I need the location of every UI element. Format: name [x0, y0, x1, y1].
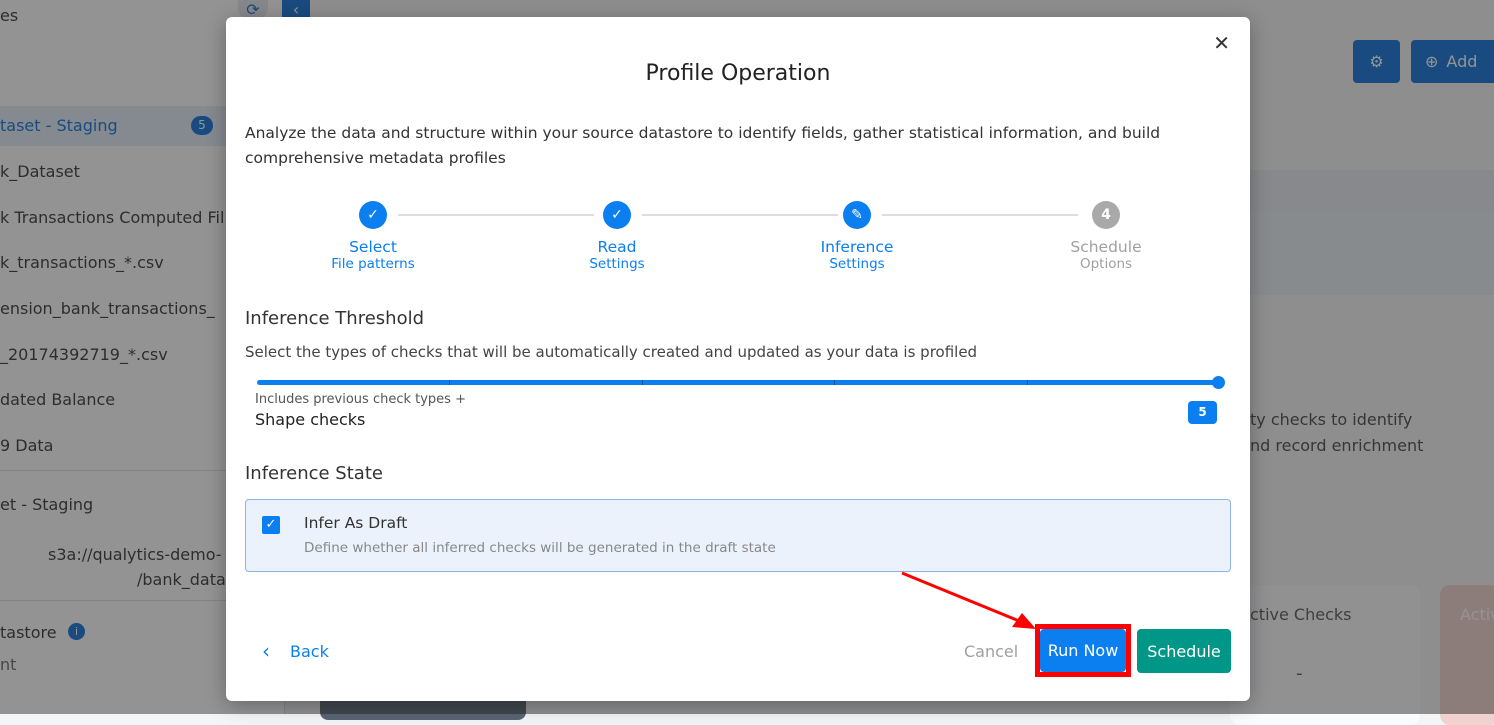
slider-thumb[interactable]: [1212, 376, 1225, 389]
slider-tick: [834, 380, 836, 385]
level-name: Shape checks: [255, 410, 366, 429]
slider-value-badge: 5: [1188, 401, 1217, 424]
slider-tick: [1026, 380, 1028, 385]
step-select: ✓ Select File patterns: [313, 201, 433, 272]
slider-tick: [641, 380, 643, 385]
step-title: Inference: [820, 238, 894, 256]
check-icon: ✓: [603, 201, 631, 229]
annotation-arrow: [901, 571, 1036, 629]
step-title: Read: [597, 238, 637, 256]
dialog-title: Profile Operation: [645, 61, 831, 86]
step-subtitle: Settings: [589, 256, 645, 272]
pencil-icon: ✎: [843, 201, 871, 229]
state-heading: Inference State: [245, 463, 383, 484]
close-icon[interactable]: ✕: [1213, 31, 1230, 55]
infer-as-draft-checkbox[interactable]: ✓: [262, 516, 280, 534]
step-subtitle: Options: [1079, 256, 1133, 272]
threshold-slider[interactable]: [257, 376, 1225, 389]
checkbox-label: Infer As Draft: [304, 514, 408, 532]
threshold-heading: Inference Threshold: [245, 308, 425, 329]
step-subtitle: File patterns: [331, 256, 415, 272]
includes-text: Includes previous check types +: [255, 392, 466, 407]
step-title: Select: [349, 238, 397, 256]
threshold-description: Select the types of checks that will be …: [245, 343, 978, 361]
checkbox-description: Define whether all inferred checks will …: [304, 540, 776, 556]
run-now-button[interactable]: Run Now: [1040, 629, 1126, 672]
schedule-button[interactable]: Schedule: [1137, 629, 1231, 673]
step-title: Schedule: [1070, 238, 1142, 256]
slider-tick: [449, 380, 451, 385]
step-number: 4: [1092, 201, 1120, 229]
check-icon: ✓: [359, 201, 387, 229]
back-label: Back: [290, 641, 329, 661]
chevron-left-icon: ‹: [262, 639, 270, 663]
back-button[interactable]: ‹ Back: [262, 629, 329, 673]
step-subtitle: Settings: [829, 256, 885, 272]
step-read: ✓ Read Settings: [557, 201, 677, 272]
dialog-description: Analyze the data and structure within yo…: [245, 124, 1161, 167]
step-schedule: 4 Schedule Options: [1046, 201, 1166, 272]
infer-as-draft-option[interactable]: ✓ Infer As Draft Define whether all infe…: [245, 499, 1231, 572]
step-inference: ✎ Inference Settings: [797, 201, 917, 272]
profile-operation-dialog: ✕ Profile Operation Analyze the data and…: [226, 17, 1250, 701]
